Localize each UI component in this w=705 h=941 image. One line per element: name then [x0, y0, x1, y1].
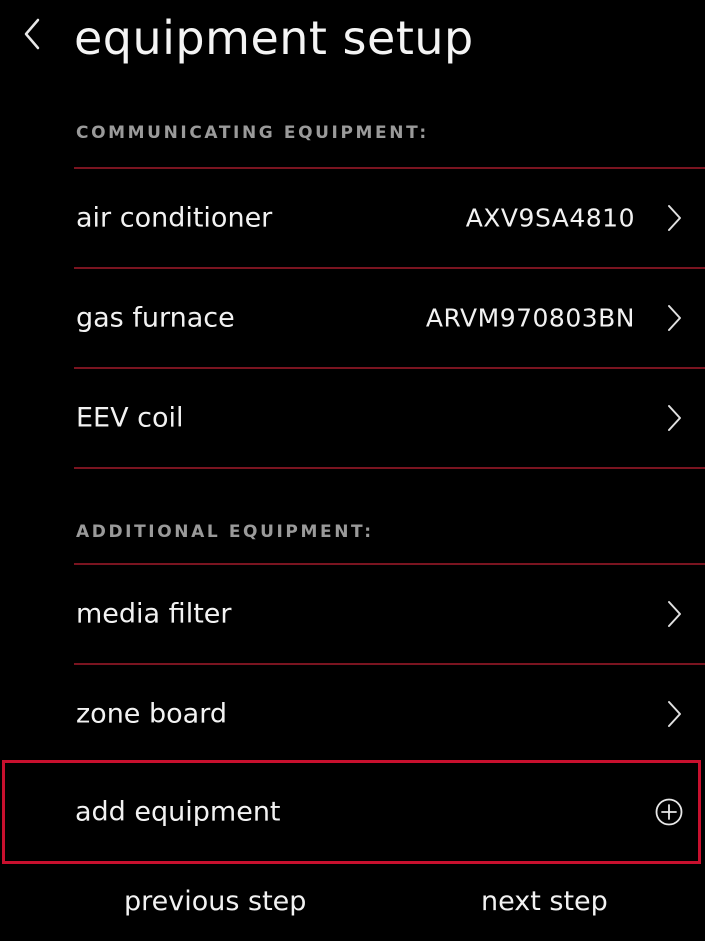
- equipment-row-zone-board[interactable]: zone board: [74, 665, 705, 763]
- previous-step-button[interactable]: previous step: [124, 886, 306, 917]
- equipment-row-gas-furnace[interactable]: gas furnace ARVM970803BN: [74, 269, 705, 367]
- add-equipment-button[interactable]: add equipment: [2, 760, 701, 864]
- row-label: air conditioner: [76, 202, 273, 234]
- equipment-row-eev-coil[interactable]: EEV coil: [74, 369, 705, 467]
- row-label: EEV coil: [76, 402, 184, 434]
- plus-circle-icon: [654, 797, 684, 827]
- row-label: zone board: [76, 698, 227, 730]
- chevron-right-icon: [665, 203, 683, 233]
- chevron-right-icon: [665, 599, 683, 629]
- model-number: ARVM970803BN: [425, 303, 635, 333]
- section-header-additional: ADDITIONAL EQUIPMENT:: [76, 522, 374, 542]
- add-equipment-label: add equipment: [75, 796, 281, 828]
- divider: [74, 467, 705, 469]
- equipment-row-air-conditioner[interactable]: air conditioner AXV9SA4810: [74, 169, 705, 267]
- chevron-left-icon: [20, 14, 60, 54]
- back-button[interactable]: [20, 14, 60, 64]
- page-title: equipment setup: [74, 11, 474, 65]
- chevron-right-icon: [665, 303, 683, 333]
- equipment-row-media-filter[interactable]: media filter: [74, 565, 705, 663]
- chevron-right-icon: [665, 699, 683, 729]
- model-number: AXV9SA4810: [465, 203, 635, 233]
- chevron-right-icon: [665, 403, 683, 433]
- next-step-button[interactable]: next step: [481, 886, 608, 917]
- row-label: media filter: [76, 598, 232, 630]
- section-header-communicating: COMMUNICATING EQUIPMENT:: [76, 123, 429, 143]
- row-label: gas furnace: [76, 302, 235, 334]
- header: equipment setup: [0, 0, 705, 90]
